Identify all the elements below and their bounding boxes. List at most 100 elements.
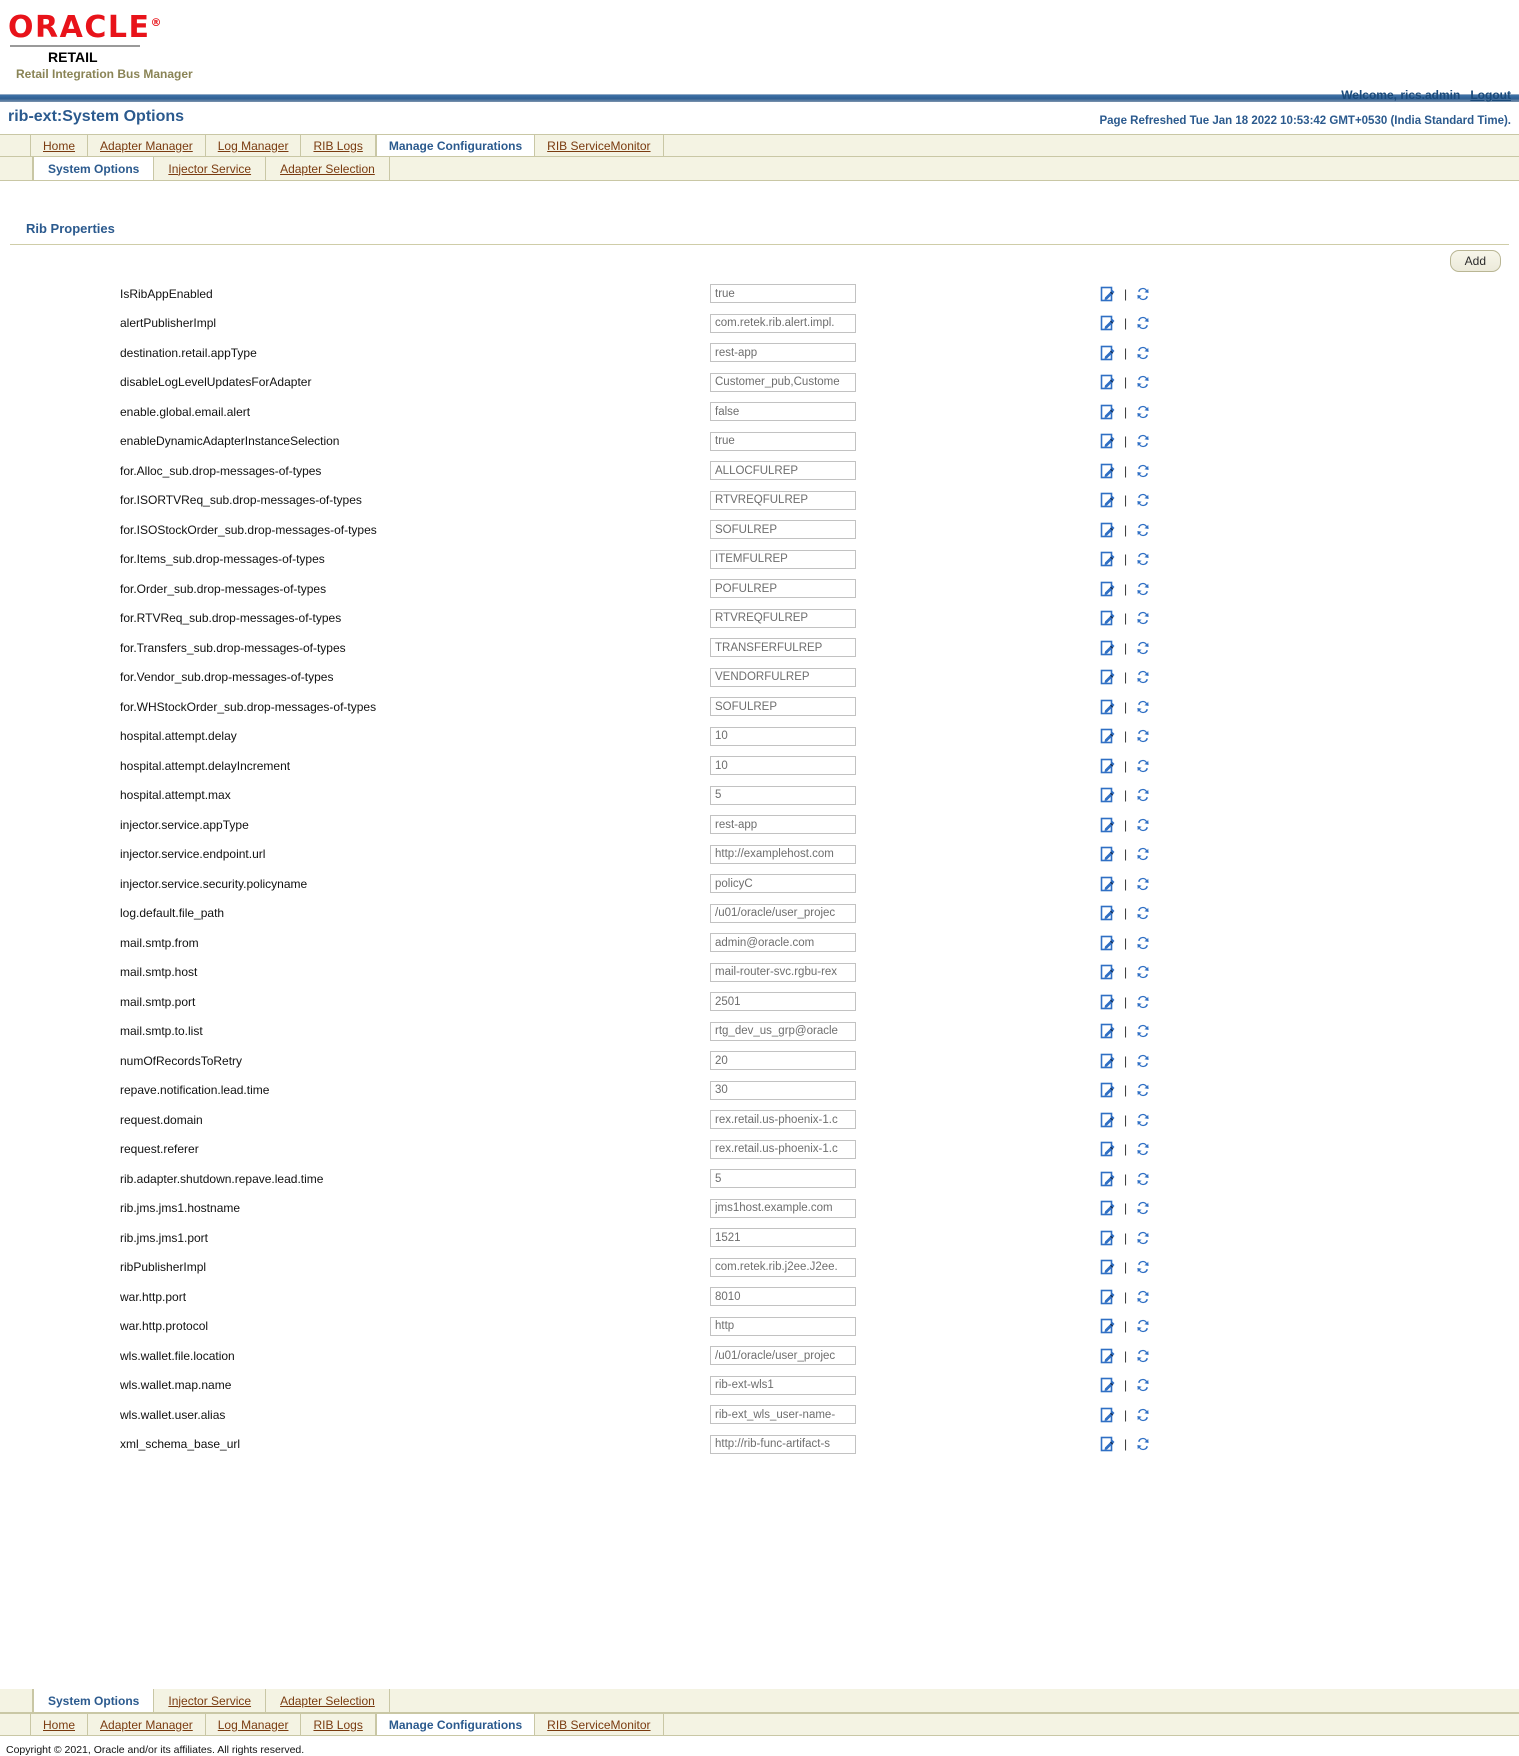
refresh-icon[interactable]	[1135, 286, 1151, 302]
refresh-icon[interactable]	[1135, 728, 1151, 744]
refresh-icon[interactable]	[1135, 699, 1151, 715]
property-value-input[interactable]	[710, 1434, 856, 1454]
refresh-icon[interactable]	[1135, 1318, 1151, 1334]
refresh-icon[interactable]	[1135, 1348, 1151, 1364]
edit-icon[interactable]	[1100, 1259, 1116, 1275]
refresh-icon[interactable]	[1135, 1171, 1151, 1187]
edit-icon[interactable]	[1100, 817, 1116, 833]
footer-subtab-system-options[interactable]: System Options	[33, 1689, 155, 1712]
edit-icon[interactable]	[1100, 286, 1116, 302]
subtab-injector-service[interactable]: Injector Service	[154, 157, 267, 180]
property-value-input[interactable]	[710, 756, 856, 776]
property-value-input[interactable]	[710, 372, 856, 392]
property-value-input[interactable]	[710, 1021, 856, 1041]
property-value-input[interactable]	[710, 431, 856, 451]
refresh-icon[interactable]	[1135, 522, 1151, 538]
footer-tab-rib-servicemonitor[interactable]: RIB ServiceMonitor	[535, 1714, 664, 1735]
property-value-input[interactable]	[710, 933, 856, 953]
refresh-icon[interactable]	[1135, 935, 1151, 951]
edit-icon[interactable]	[1100, 463, 1116, 479]
refresh-icon[interactable]	[1135, 876, 1151, 892]
property-value-input[interactable]	[710, 1346, 856, 1366]
edit-icon[interactable]	[1100, 522, 1116, 538]
tab-manage-configurations[interactable]: Manage Configurations	[375, 135, 536, 156]
refresh-icon[interactable]	[1135, 1407, 1151, 1423]
property-value-input[interactable]	[710, 284, 856, 304]
property-value-input[interactable]	[710, 815, 856, 835]
footer-tab-adapter-manager[interactable]: Adapter Manager	[88, 1714, 206, 1735]
refresh-icon[interactable]	[1135, 1259, 1151, 1275]
edit-icon[interactable]	[1100, 669, 1116, 685]
refresh-icon[interactable]	[1135, 669, 1151, 685]
edit-icon[interactable]	[1100, 640, 1116, 656]
property-value-input[interactable]	[710, 1257, 856, 1277]
refresh-icon[interactable]	[1135, 374, 1151, 390]
edit-icon[interactable]	[1100, 1082, 1116, 1098]
edit-icon[interactable]	[1100, 404, 1116, 420]
edit-icon[interactable]	[1100, 610, 1116, 626]
edit-icon[interactable]	[1100, 994, 1116, 1010]
property-value-input[interactable]	[710, 1228, 856, 1248]
tab-rib-servicemonitor[interactable]: RIB ServiceMonitor	[535, 135, 664, 156]
refresh-icon[interactable]	[1135, 994, 1151, 1010]
edit-icon[interactable]	[1100, 1112, 1116, 1128]
edit-icon[interactable]	[1100, 905, 1116, 921]
edit-icon[interactable]	[1100, 1436, 1116, 1452]
edit-icon[interactable]	[1100, 1289, 1116, 1305]
edit-icon[interactable]	[1100, 787, 1116, 803]
refresh-icon[interactable]	[1135, 315, 1151, 331]
refresh-icon[interactable]	[1135, 1436, 1151, 1452]
refresh-icon[interactable]	[1135, 758, 1151, 774]
property-value-input[interactable]	[710, 402, 856, 422]
property-value-input[interactable]	[710, 1375, 856, 1395]
edit-icon[interactable]	[1100, 964, 1116, 980]
refresh-icon[interactable]	[1135, 1200, 1151, 1216]
refresh-icon[interactable]	[1135, 492, 1151, 508]
property-value-input[interactable]	[710, 461, 856, 481]
subtab-adapter-selection[interactable]: Adapter Selection	[266, 157, 390, 180]
property-value-input[interactable]	[710, 1110, 856, 1130]
edit-icon[interactable]	[1100, 551, 1116, 567]
edit-icon[interactable]	[1100, 1407, 1116, 1423]
refresh-icon[interactable]	[1135, 817, 1151, 833]
refresh-icon[interactable]	[1135, 640, 1151, 656]
property-value-input[interactable]	[710, 343, 856, 363]
property-value-input[interactable]	[710, 697, 856, 717]
edit-icon[interactable]	[1100, 1053, 1116, 1069]
footer-tab-rib-logs[interactable]: RIB Logs	[301, 1714, 376, 1735]
edit-icon[interactable]	[1100, 758, 1116, 774]
footer-subtab-injector-service[interactable]: Injector Service	[154, 1689, 267, 1712]
footer-tab-home[interactable]: Home	[31, 1714, 89, 1735]
property-value-input[interactable]	[710, 726, 856, 746]
refresh-icon[interactable]	[1135, 433, 1151, 449]
refresh-icon[interactable]	[1135, 905, 1151, 921]
refresh-icon[interactable]	[1135, 404, 1151, 420]
edit-icon[interactable]	[1100, 699, 1116, 715]
property-value-input[interactable]	[710, 1051, 856, 1071]
logout-link[interactable]: Logout	[1470, 88, 1511, 102]
footer-subtab-adapter-selection[interactable]: Adapter Selection	[266, 1689, 390, 1712]
property-value-input[interactable]	[710, 490, 856, 510]
property-value-input[interactable]	[710, 313, 856, 333]
refresh-icon[interactable]	[1135, 787, 1151, 803]
edit-icon[interactable]	[1100, 581, 1116, 597]
edit-icon[interactable]	[1100, 876, 1116, 892]
property-value-input[interactable]	[710, 844, 856, 864]
edit-icon[interactable]	[1100, 1377, 1116, 1393]
refresh-icon[interactable]	[1135, 463, 1151, 479]
edit-icon[interactable]	[1100, 1200, 1116, 1216]
property-value-input[interactable]	[710, 992, 856, 1012]
tab-home[interactable]: Home	[31, 135, 89, 156]
property-value-input[interactable]	[710, 874, 856, 894]
edit-icon[interactable]	[1100, 433, 1116, 449]
property-value-input[interactable]	[710, 1198, 856, 1218]
refresh-icon[interactable]	[1135, 1112, 1151, 1128]
refresh-icon[interactable]	[1135, 846, 1151, 862]
edit-icon[interactable]	[1100, 935, 1116, 951]
property-value-input[interactable]	[710, 1139, 856, 1159]
tab-adapter-manager[interactable]: Adapter Manager	[88, 135, 206, 156]
refresh-icon[interactable]	[1135, 1289, 1151, 1305]
refresh-icon[interactable]	[1135, 581, 1151, 597]
refresh-icon[interactable]	[1135, 1141, 1151, 1157]
edit-icon[interactable]	[1100, 1348, 1116, 1364]
